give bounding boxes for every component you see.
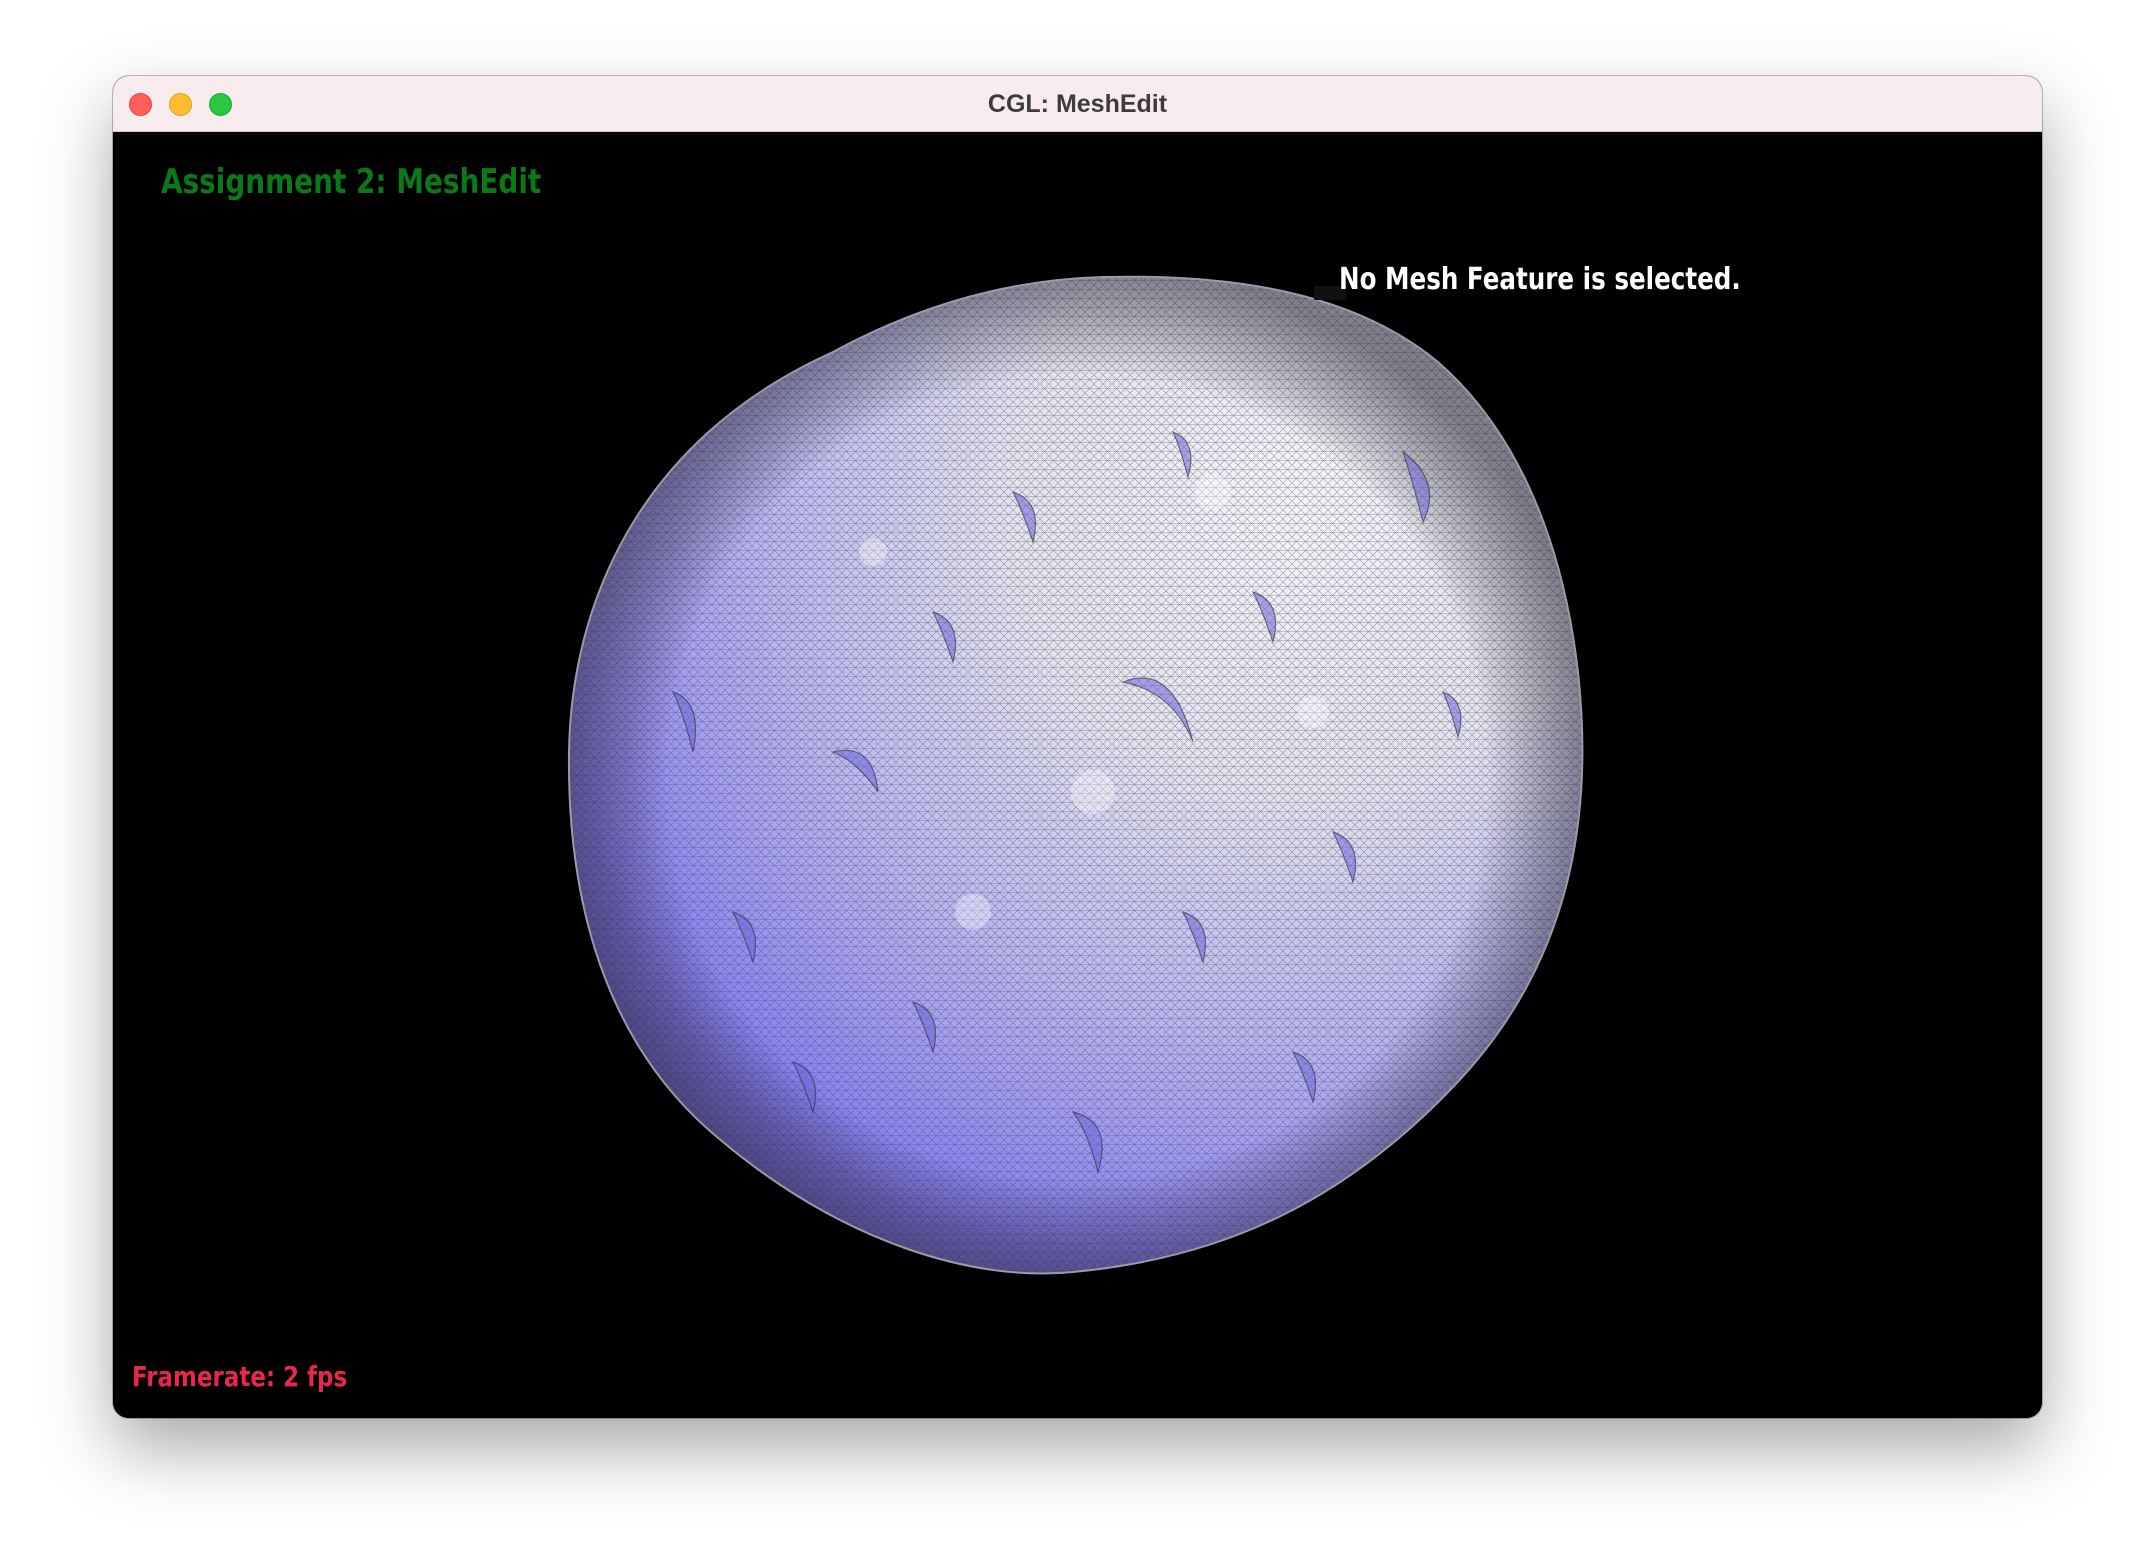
assignment-heading: Assignment 2: MeshEdit	[161, 162, 542, 202]
title-bar[interactable]: CGL: MeshEdit	[113, 76, 2042, 132]
mesh-body[interactable]	[553, 262, 1603, 1292]
window-title: CGL: MeshEdit	[987, 90, 1168, 118]
mesh-render[interactable]	[113, 132, 2042, 1418]
app-window: CGL: MeshEdit Assignment 2: MeshEdit No …	[113, 76, 2042, 1418]
selection-status: No Mesh Feature is selected.	[1339, 262, 1741, 297]
mesh-viewport[interactable]: Assignment 2: MeshEdit No Mesh Feature i…	[113, 132, 2042, 1418]
framerate-readout: Framerate: 2 fps	[132, 1360, 348, 1393]
